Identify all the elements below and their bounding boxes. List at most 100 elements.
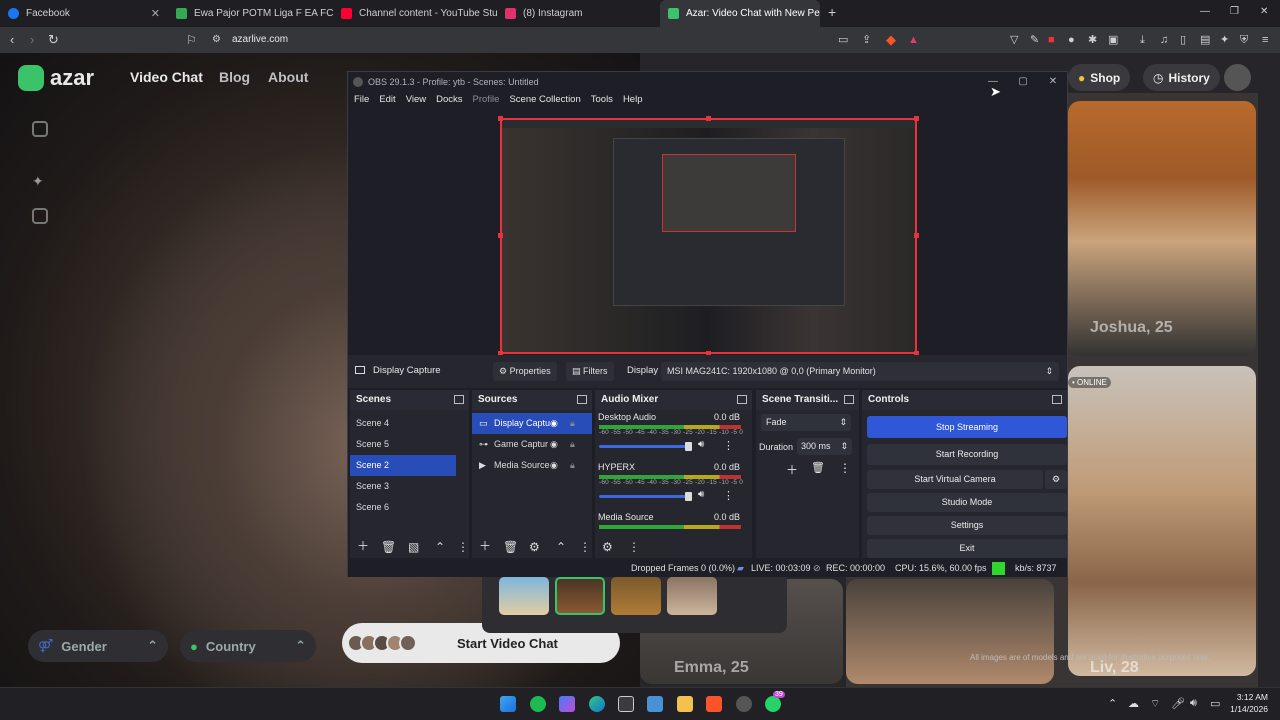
more-icon[interactable]: ⋮ bbox=[457, 540, 469, 554]
display-select[interactable]: MSI MAG241C: 1920x1080 @ 0,0 (Primary Mo… bbox=[661, 362, 1059, 381]
nav-about[interactable]: About bbox=[268, 69, 308, 85]
rewards-icon[interactable]: ▲ bbox=[908, 27, 919, 53]
extensions-icon[interactable]: ✱ bbox=[1088, 27, 1097, 53]
selection-bounds[interactable] bbox=[500, 118, 917, 354]
filter-icon[interactable]: ▧ bbox=[408, 540, 419, 554]
site-info-icon[interactable]: ⚙ bbox=[212, 27, 221, 53]
eye-icon[interactable]: ◉ bbox=[550, 413, 558, 434]
expand-icon[interactable] bbox=[32, 121, 48, 137]
media-icon[interactable]: ♫ bbox=[1160, 27, 1168, 53]
more-icon[interactable]: ⋮ bbox=[628, 540, 640, 554]
resize-handle[interactable] bbox=[498, 233, 503, 238]
effect-thumbnail[interactable] bbox=[611, 577, 661, 615]
effect-thumbnail-selected[interactable] bbox=[555, 577, 605, 615]
close-icon[interactable]: ✕ bbox=[1038, 72, 1068, 92]
slider-knob[interactable] bbox=[685, 492, 692, 501]
menu-edit[interactable]: Edit bbox=[379, 94, 395, 108]
more-icon[interactable]: ⋮ bbox=[723, 489, 734, 502]
more-icon[interactable]: ⋮ bbox=[723, 439, 734, 452]
whatsapp-icon[interactable] bbox=[765, 696, 781, 712]
resize-handle[interactable] bbox=[914, 233, 919, 238]
close-window-icon[interactable]: ✕ bbox=[1260, 0, 1268, 25]
cast-icon[interactable]: ▭ bbox=[838, 27, 848, 53]
menu-scene-collection[interactable]: Scene Collection bbox=[509, 94, 580, 108]
popout-icon[interactable] bbox=[577, 395, 587, 404]
extension-icon[interactable]: ✎ bbox=[1030, 27, 1039, 53]
duration-spinbox[interactable]: 300 ms ⇕ bbox=[797, 438, 852, 455]
menu-help[interactable]: Help bbox=[623, 94, 643, 108]
add-icon[interactable]: ＋ bbox=[479, 537, 491, 554]
effect-thumbnail[interactable] bbox=[667, 577, 717, 615]
popout-icon[interactable] bbox=[1052, 395, 1062, 404]
menu-profile[interactable]: Profile bbox=[473, 94, 500, 108]
stop-streaming-button[interactable]: Stop Streaming bbox=[867, 416, 1067, 438]
scene-item-selected[interactable]: Scene 2 bbox=[350, 455, 456, 476]
start-recording-button[interactable]: Start Recording bbox=[867, 444, 1067, 465]
tab-azar[interactable]: Azar: Video Chat with New Pe ✕ bbox=[660, 0, 820, 27]
effect-thumbnail[interactable] bbox=[499, 577, 549, 615]
wifi-icon[interactable]: ⌔ bbox=[1150, 697, 1160, 711]
advanced-audio-icon[interactable]: ⚙ bbox=[602, 540, 613, 554]
store-icon[interactable] bbox=[647, 696, 663, 712]
vpn-icon[interactable]: ⛨ bbox=[1240, 27, 1248, 53]
more-icon[interactable]: ⋮ bbox=[579, 540, 591, 554]
forward-icon[interactable]: › bbox=[30, 27, 34, 53]
eye-icon[interactable]: ◉ bbox=[550, 455, 558, 476]
clock-date[interactable]: 1/14/2026 bbox=[1224, 704, 1268, 714]
menu-tools[interactable]: Tools bbox=[591, 94, 613, 108]
download-icon[interactable]: ⤓ bbox=[1140, 27, 1145, 53]
tab-youtube-studio[interactable]: Channel content - YouTube Studio bbox=[333, 0, 497, 27]
bookmark-icon[interactable]: ⚐ bbox=[186, 27, 197, 53]
volume-icon[interactable]: 🔊︎ bbox=[1190, 697, 1197, 710]
nav-blog[interactable]: Blog bbox=[219, 69, 250, 85]
app-icon[interactable] bbox=[736, 696, 752, 712]
start-virtual-camera-button[interactable]: Start Virtual Camera bbox=[867, 470, 1043, 489]
more-icon[interactable]: ⋮ bbox=[839, 461, 851, 475]
source-item[interactable]: ▶ Media Source ◉ 🔒︎ bbox=[472, 455, 592, 476]
maximize-icon[interactable]: ❐ bbox=[1230, 0, 1239, 25]
speaker-icon[interactable]: 🔊︎ bbox=[698, 489, 704, 500]
tab-facebook[interactable]: Facebook ✕ bbox=[0, 0, 168, 27]
source-item[interactable]: ⊶ Game Captur ◉ 🔒︎ bbox=[472, 434, 592, 455]
filters-button[interactable]: ▤ Filters bbox=[566, 362, 614, 381]
add-icon[interactable]: ＋ bbox=[786, 461, 798, 478]
slider-knob[interactable] bbox=[685, 442, 692, 451]
popout-icon[interactable] bbox=[844, 395, 854, 404]
shop-button[interactable]: ● Shop bbox=[1068, 64, 1131, 91]
menu-icon[interactable]: ≡ bbox=[1262, 27, 1268, 53]
start-icon[interactable] bbox=[500, 696, 516, 712]
minimize-icon[interactable]: — bbox=[1200, 0, 1210, 25]
tab-instagram[interactable]: (8) Instagram bbox=[497, 0, 657, 27]
gear-icon[interactable]: ⚙ bbox=[529, 540, 540, 554]
exit-button[interactable]: Exit bbox=[867, 539, 1067, 558]
brave-icon[interactable] bbox=[706, 696, 722, 712]
new-tab-button[interactable]: + bbox=[828, 0, 836, 25]
emoji-icon[interactable] bbox=[32, 208, 48, 224]
menu-docks[interactable]: Docks bbox=[436, 94, 462, 108]
gender-filter[interactable]: ⚤ Gender ⌃ bbox=[28, 630, 168, 662]
popout-icon[interactable] bbox=[454, 395, 464, 404]
studio-mode-button[interactable]: Studio Mode bbox=[867, 493, 1067, 512]
properties-button[interactable]: ⚙ Properties bbox=[493, 362, 557, 381]
menu-file[interactable]: File bbox=[354, 94, 369, 108]
resize-handle[interactable] bbox=[498, 116, 503, 121]
mic-icon[interactable]: 🎤︎ bbox=[1171, 697, 1185, 710]
obs-taskbar-icon[interactable] bbox=[618, 696, 634, 712]
back-icon[interactable]: ‹ bbox=[10, 27, 14, 53]
scene-item[interactable]: Scene 4 bbox=[350, 413, 469, 434]
sidebar-icon[interactable]: ▯ bbox=[1180, 27, 1186, 53]
lock-icon[interactable]: 🔒︎ bbox=[570, 455, 575, 476]
reload-icon[interactable]: ↻ bbox=[48, 27, 59, 53]
source-item-selected[interactable]: ▭ Display Captu ◉ 🔒︎ bbox=[472, 413, 592, 434]
transition-select[interactable]: Fade ⇕ bbox=[761, 414, 851, 431]
resize-handle[interactable] bbox=[914, 116, 919, 121]
battery-icon[interactable]: ▭ bbox=[1210, 697, 1220, 710]
spotify-icon[interactable] bbox=[530, 696, 546, 712]
speaker-icon[interactable]: 🔊︎ bbox=[698, 439, 704, 450]
move-up-icon[interactable]: ⌃ bbox=[435, 540, 445, 554]
extension-icon[interactable]: ▽ bbox=[1010, 27, 1018, 53]
eye-icon[interactable]: ◉ bbox=[550, 434, 558, 455]
share-icon[interactable]: ⇪ bbox=[862, 27, 871, 53]
cloud-icon[interactable]: ☁ bbox=[1128, 697, 1139, 710]
add-icon[interactable]: ＋ bbox=[357, 537, 369, 554]
